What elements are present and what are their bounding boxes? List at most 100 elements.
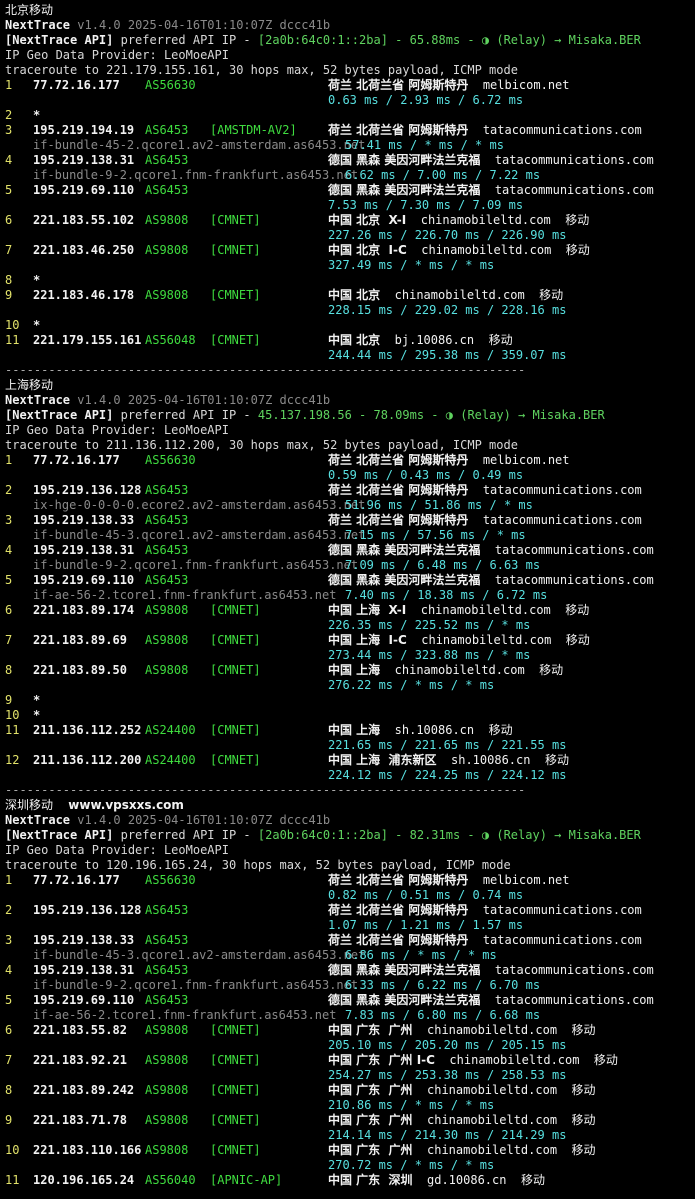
- hop-number: 5: [5, 183, 13, 197]
- hop-detail-row: 227.26 ms / 226.70 ms / 226.90 ms: [5, 228, 695, 243]
- hop-domain: tatacommunications.com: [482, 483, 642, 497]
- location-label: 上海移动: [5, 378, 54, 392]
- hop-row: 5 195.219.69.110 AS6453 德国 黑森 美因河畔法兰克福 tata…: [5, 183, 695, 198]
- api-label: preferred API IP -: [120, 828, 251, 842]
- hop-domain: chinamobileltd.com: [394, 663, 525, 677]
- hop-domain: chinamobileltd.com: [421, 243, 552, 257]
- hop-asn: AS6453: [145, 153, 189, 167]
- hop-number: 3: [5, 513, 13, 527]
- hop-row: 11 221.179.155.161 AS56048 [CMNET] 中国 北京 bj.…: [5, 333, 695, 348]
- hop-geo: 中国 上海: [328, 663, 381, 677]
- hop-geo: 荷兰 北荷兰省 阿姆斯特丹: [328, 903, 469, 917]
- hop-detail-row: 244.44 ms / 295.38 ms / 359.07 ms: [5, 348, 695, 363]
- hop-geo: 荷兰 北荷兰省 阿姆斯特丹: [328, 873, 469, 887]
- hop-asn: AS6453: [145, 183, 189, 197]
- hop-hostname: if-bundle-45-2.qcore1.av2-amsterdam.as64…: [33, 138, 366, 152]
- hop-geo-group: 中国 上海 X-I chinamobileltd.com 移动: [328, 603, 589, 618]
- hop-asn: AS6453: [145, 543, 189, 557]
- hop-geo: 德国 黑森 美因河畔法兰克福: [328, 993, 481, 1007]
- hop-isp: 移动: [488, 723, 513, 737]
- hop-domain: tatacommunications.com: [482, 123, 642, 137]
- hop-number: 7: [5, 633, 13, 647]
- hop-geo-group: 中国 广东 广州 chinamobileltd.com 移动: [328, 1143, 596, 1158]
- hop-detail-row: ix-hge-0-0-0-0.ecore2.av2-amsterdam.as64…: [5, 498, 695, 513]
- hop-tag: [CMNET]: [210, 1113, 261, 1127]
- app-name: NextTrace: [5, 18, 71, 32]
- api-label: preferred API IP -: [120, 408, 251, 422]
- hop-asn: AS9808: [145, 663, 189, 677]
- hop-isp: 移动: [565, 603, 590, 617]
- hop-domain: chinamobileltd.com: [421, 633, 552, 647]
- hop-isp: 移动: [488, 333, 513, 347]
- hop-domain: tatacommunications.com: [482, 903, 642, 917]
- api-relay: (Relay) → Misaka.BER: [460, 408, 605, 422]
- hop-asn: AS9808: [145, 603, 189, 617]
- hop-geo-group: 荷兰 北荷兰省 阿姆斯特丹 melbicom.net: [328, 453, 570, 468]
- hop-tag: [CMNET]: [210, 213, 261, 227]
- hop-geo: 中国 广东 深圳: [328, 1173, 413, 1187]
- version-line: NextTrace v1.4.0 2025-04-16T01:10:07Z dc…: [5, 18, 695, 33]
- api-line: [NextTrace API] preferred API IP - [2a0b…: [5, 828, 695, 843]
- hop-geo: 中国 北京 I-C: [328, 243, 407, 257]
- hop-ip: 195.219.138.31: [33, 963, 135, 977]
- hop-ip: 195.219.138.33: [33, 933, 135, 947]
- hop-detail-row: 276.22 ms / * ms / * ms: [5, 678, 695, 693]
- hop-row: 4 195.219.138.31 AS6453 德国 黑森 美因河畔法兰克福 tata…: [5, 963, 695, 978]
- hop-ip: 195.219.69.110: [33, 573, 135, 587]
- location-label: 北京移动: [5, 3, 54, 17]
- hop-geo: 中国 广东 广州: [328, 1113, 413, 1127]
- hop-isp: 移动: [565, 633, 590, 647]
- hop-geo: 德国 黑森 美因河畔法兰克福: [328, 153, 481, 167]
- hop-number: 8: [5, 1083, 13, 1097]
- hop-rtt: 51.96 ms / 51.86 ms / * ms: [345, 498, 533, 512]
- version-info: v1.4.0 2025-04-16T01:10:07Z dccc41b: [77, 813, 331, 827]
- hop-asn: AS6453: [145, 483, 189, 497]
- hop-detail-row: 0.82 ms / 0.51 ms / 0.74 ms: [5, 888, 695, 903]
- hop-detail-row: 273.44 ms / 323.88 ms / * ms: [5, 648, 695, 663]
- hop-asn: AS9808: [145, 1083, 189, 1097]
- hop-asn: AS9808: [145, 1023, 189, 1037]
- hop-row: 3 195.219.138.33 AS6453 荷兰 北荷兰省 阿姆斯特丹 tatac…: [5, 513, 695, 528]
- traceroute-line: traceroute to 211.136.112.200, 30 hops m…: [5, 438, 518, 452]
- hop-rtt: 7.15 ms / 57.56 ms / * ms: [345, 528, 526, 542]
- hop-geo-group: 德国 黑森 美因河畔法兰克福 tatacommunications.com: [328, 543, 654, 558]
- hop-tag: [CMNET]: [210, 243, 261, 257]
- hop-row: 6 221.183.55.82 AS9808 [CMNET] 中国 广东 广州 chin…: [5, 1023, 695, 1038]
- hop-rtt: 6.62 ms / 7.00 ms / 7.22 ms: [345, 168, 541, 182]
- hop-tag: [CMNET]: [210, 663, 261, 677]
- hop-rtt: 0.59 ms / 0.43 ms / 0.49 ms: [328, 468, 524, 482]
- hop-ip: 221.179.155.161: [33, 333, 142, 347]
- hop-detail-row: 0.59 ms / 0.43 ms / 0.49 ms: [5, 468, 695, 483]
- hop-geo-group: 中国 上海 sh.10086.cn 移动: [328, 723, 513, 738]
- hop-hostname: if-bundle-9-2.qcore1.fnm-frankfurt.as645…: [33, 558, 359, 572]
- hop-number: 5: [5, 993, 13, 1007]
- hop-geo: 中国 北京 X-I: [328, 213, 407, 227]
- hop-number: 11: [5, 723, 20, 737]
- hop-number: 3: [5, 933, 13, 947]
- hop-row: 3 195.219.138.33 AS6453 荷兰 北荷兰省 阿姆斯特丹 tatac…: [5, 933, 695, 948]
- geo-provider-line: IP Geo Data Provider: LeoMoeAPI: [5, 843, 229, 857]
- hop-row: 8 *: [5, 273, 695, 288]
- hop-geo: 荷兰 北荷兰省 阿姆斯特丹: [328, 483, 469, 497]
- hop-rtt: 6.86 ms / * ms / * ms: [345, 948, 497, 962]
- hop-geo: 德国 黑森 美因河畔法兰克福: [328, 183, 481, 197]
- hop-hostname: if-bundle-45-3.qcore1.av2-amsterdam.as64…: [33, 948, 366, 962]
- hop-detail-row: if-bundle-9-2.qcore1.fnm-frankfurt.as645…: [5, 558, 695, 573]
- hop-row: 7 221.183.92.21 AS9808 [CMNET] 中国 广东 广州 I-C …: [5, 1053, 695, 1068]
- hop-geo-group: 中国 广东 广州 chinamobileltd.com 移动: [328, 1083, 596, 1098]
